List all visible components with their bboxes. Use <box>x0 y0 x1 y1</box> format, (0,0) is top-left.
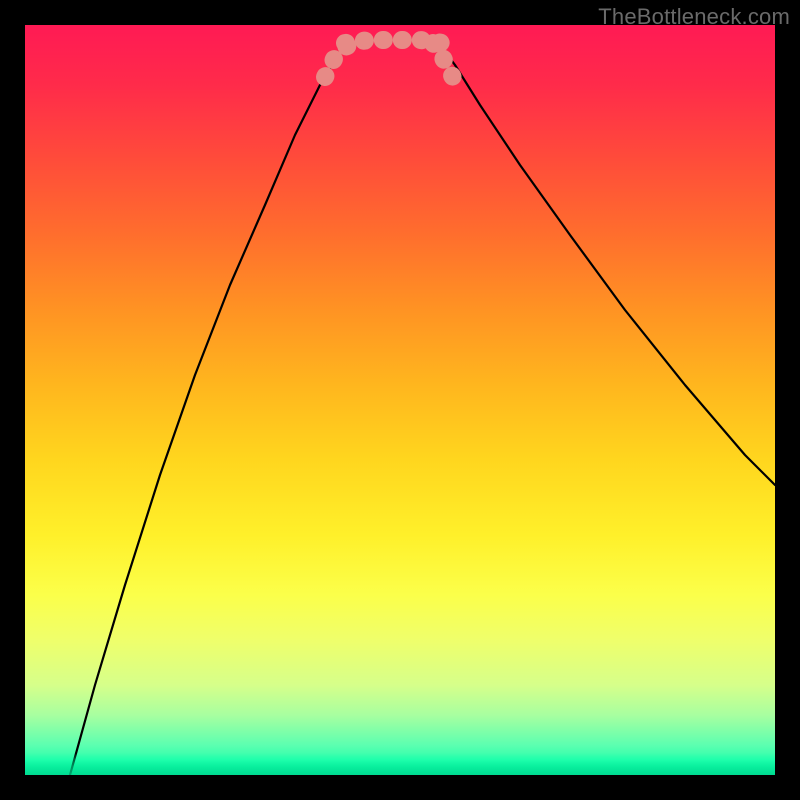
chart-plot-area <box>25 25 775 775</box>
right-curve <box>440 45 775 485</box>
left-curve <box>70 45 350 775</box>
chart-frame: TheBottleneck.com <box>0 0 800 800</box>
chart-svg <box>25 25 775 775</box>
